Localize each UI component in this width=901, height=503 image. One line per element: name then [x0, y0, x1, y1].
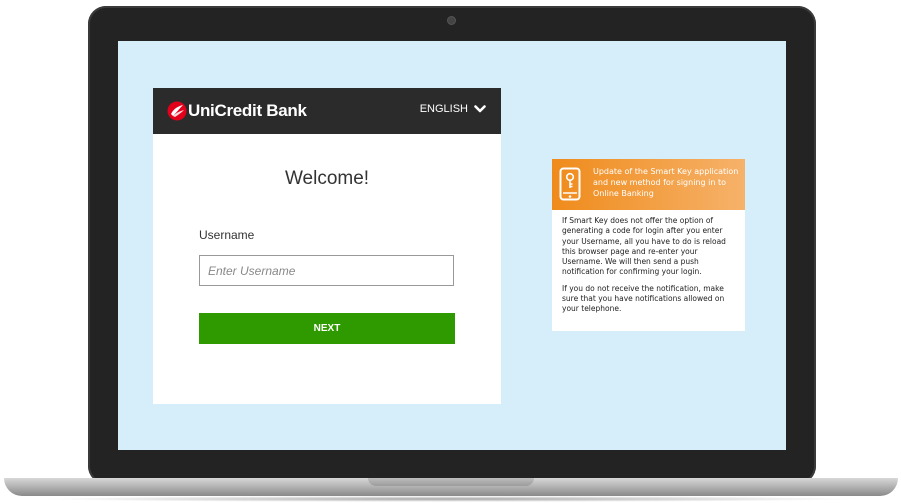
next-button[interactable]: NEXT	[199, 313, 455, 344]
language-selector[interactable]: ENGLISH	[420, 103, 486, 115]
unicredit-logo-icon	[167, 101, 187, 121]
info-panel-header: Update of the Smart Key application and …	[552, 159, 745, 210]
laptop-notch	[368, 478, 534, 486]
info-paragraph-2: If you do not receive the notification, …	[562, 283, 725, 314]
username-label: Username	[199, 228, 255, 242]
login-card: UniCredit Bank ENGLISH Welcome! Username…	[153, 88, 501, 404]
webcam	[447, 16, 456, 25]
screen: UniCredit Bank ENGLISH Welcome! Username…	[118, 41, 786, 450]
brand-name: UniCredit Bank	[188, 101, 307, 120]
brand-logo[interactable]: UniCredit Bank	[167, 101, 307, 121]
laptop-shadow	[40, 496, 860, 502]
info-panel-title: Update of the Smart Key application and …	[593, 167, 739, 198]
username-input[interactable]	[199, 255, 454, 286]
phone-key-icon	[559, 167, 581, 201]
info-panel-body: If Smart Key does not offer the option o…	[562, 216, 738, 321]
chevron-down-icon	[474, 104, 486, 112]
info-paragraph-1: If Smart Key does not offer the option o…	[562, 216, 726, 277]
smart-key-info-panel: Update of the Smart Key application and …	[552, 159, 745, 331]
login-header: UniCredit Bank ENGLISH	[153, 88, 501, 134]
welcome-heading: Welcome!	[284, 168, 370, 189]
language-label: ENGLISH	[419, 103, 468, 115]
